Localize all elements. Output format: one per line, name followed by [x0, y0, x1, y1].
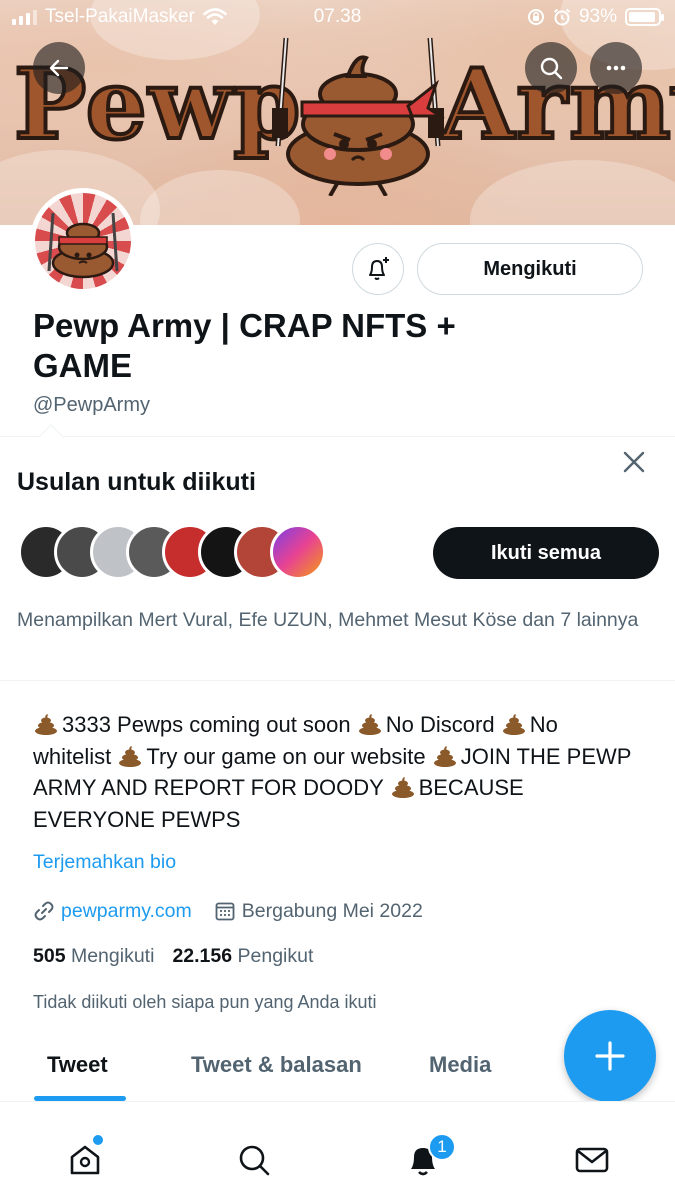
follow-all-button[interactable]: Ikuti semua — [433, 527, 659, 579]
suggestions-title: Usulan untuk diikuti — [17, 468, 256, 496]
divider — [0, 680, 675, 681]
bottom-navigation — [0, 1101, 675, 1200]
following-label: Mengikuti — [70, 945, 155, 967]
not-followed-by-text: Tidak diikuti oleh siapa pun yang Anda i… — [33, 992, 377, 1012]
notification-badge: 1 — [428, 1133, 456, 1161]
alarm-icon — [553, 8, 571, 26]
home-icon — [70, 1145, 100, 1175]
bell-plus-icon — [369, 257, 389, 280]
calendar-icon — [215, 902, 235, 921]
suggestion-caret — [38, 424, 64, 450]
messages-icon — [575, 1147, 609, 1173]
rotation-lock-icon — [527, 9, 544, 25]
poop-emoji-icon — [35, 714, 57, 735]
poop-emoji-icon — [391, 777, 414, 798]
tab-media[interactable]: Media — [429, 1052, 491, 1078]
nav-messages[interactable] — [572, 1140, 612, 1180]
poop-emoji-icon — [433, 745, 456, 767]
poop-mascot-icon — [47, 212, 119, 279]
followers-stat[interactable]: 22.156 Pengikut — [172, 945, 313, 967]
bio-segment: Try our game on our website — [146, 743, 426, 769]
more-options-button[interactable] — [590, 42, 642, 94]
search-icon — [239, 1145, 270, 1176]
tab-tweets[interactable]: Tweet — [47, 1052, 108, 1078]
username-handle: @PewpArmy — [33, 394, 150, 416]
compose-tweet-button[interactable] — [564, 1010, 656, 1102]
bio-segment: 3333 Pewps coming out soon — [62, 712, 351, 737]
battery-percent: 93% — [578, 6, 617, 27]
arrow-left-icon — [49, 59, 69, 77]
website-link[interactable]: pewparmy.com — [61, 900, 192, 923]
battery-icon — [625, 8, 664, 26]
suggestions-description: Menampilkan Mert Vural, Efe UZUN, Mehmet… — [17, 609, 639, 631]
profile-bio: 3333 Pewps coming out soon No Discord No… — [33, 709, 633, 835]
translate-bio-link[interactable]: Terjemahkan bio — [33, 851, 176, 874]
following-stat[interactable]: 505 Mengikuti — [33, 945, 154, 967]
followers-count: 22.156 — [172, 945, 233, 967]
search-button[interactable] — [525, 42, 577, 94]
status-bar: Tsel-PakaiMasker 07.38 93% — [0, 0, 675, 36]
home-unread-dot — [93, 1135, 103, 1145]
following-button[interactable]: Mengikuti — [417, 243, 643, 295]
plus-icon — [595, 1041, 625, 1071]
poop-emoji-icon — [358, 714, 381, 735]
nav-home[interactable] — [65, 1140, 105, 1180]
close-icon[interactable] — [620, 448, 648, 476]
followers-label: Pengikut — [237, 945, 314, 967]
poop-emoji-icon — [502, 714, 525, 735]
joined-date: Bergabung Mei 2022 — [241, 899, 423, 922]
search-icon — [540, 57, 563, 80]
back-button[interactable] — [33, 42, 85, 94]
nav-search[interactable] — [234, 1140, 274, 1180]
tab-tweets-replies[interactable]: Tweet & balasan — [191, 1052, 362, 1078]
bio-segment: No Discord — [385, 712, 495, 737]
link-icon — [34, 901, 54, 921]
follow-counts: 505 Mengikuti 22.156 Pengikut — [33, 945, 313, 968]
suggested-user-avatar[interactable] — [270, 524, 326, 580]
profile-meta: pewparmy.com Bergabung Mei 2022 — [33, 897, 423, 925]
poop-mascot-icon — [272, 37, 445, 196]
notify-button[interactable] — [352, 243, 404, 295]
more-horizontal-icon — [606, 65, 626, 71]
following-count: 505 — [33, 945, 66, 967]
divider — [0, 436, 675, 437]
poop-emoji-icon — [119, 745, 142, 767]
profile-avatar[interactable] — [30, 188, 136, 294]
display-name: Pewp Army | CRAP NFTS + GAME — [33, 307, 456, 384]
